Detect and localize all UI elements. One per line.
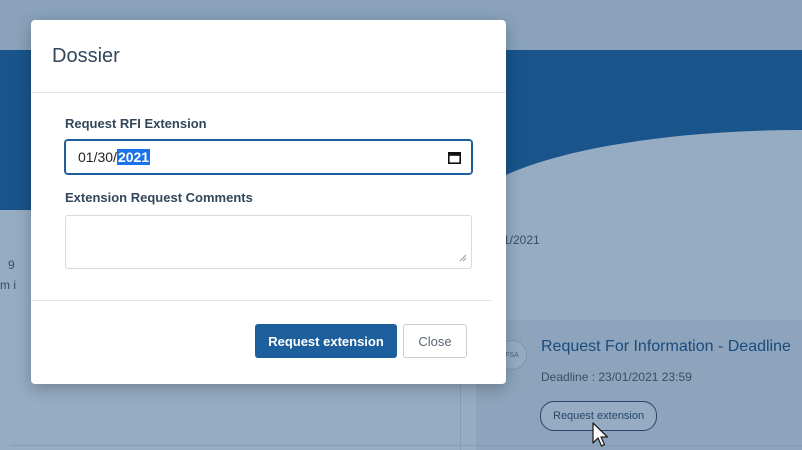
date-value-prefix: 01/30/ [78,149,117,165]
request-extension-button[interactable]: Request extension [255,324,397,358]
close-button[interactable]: Close [403,324,467,358]
dialog-footer: Request extension Close [31,324,506,358]
date-value: 01/30/2021 [78,149,151,165]
resize-handle-icon[interactable] [459,254,467,262]
dialog-footer-divider [31,300,492,301]
extension-comments-label: Extension Request Comments [65,190,253,205]
extension-date-input[interactable]: 01/30/2021 [65,140,472,174]
mouse-pointer-icon [592,422,609,447]
date-value-selected-year: 2021 [116,149,151,165]
dialog-title: Dossier [52,44,120,67]
extension-comments-textarea[interactable] [65,215,472,269]
dialog-header: Dossier [31,20,506,93]
dialog-body: Request RFI Extension 01/30/2021 Extensi… [31,116,506,269]
rfi-extension-label: Request RFI Extension [65,116,207,131]
calendar-icon[interactable] [447,150,461,164]
dossier-dialog: Dossier Request RFI Extension 01/30/2021… [31,20,506,384]
